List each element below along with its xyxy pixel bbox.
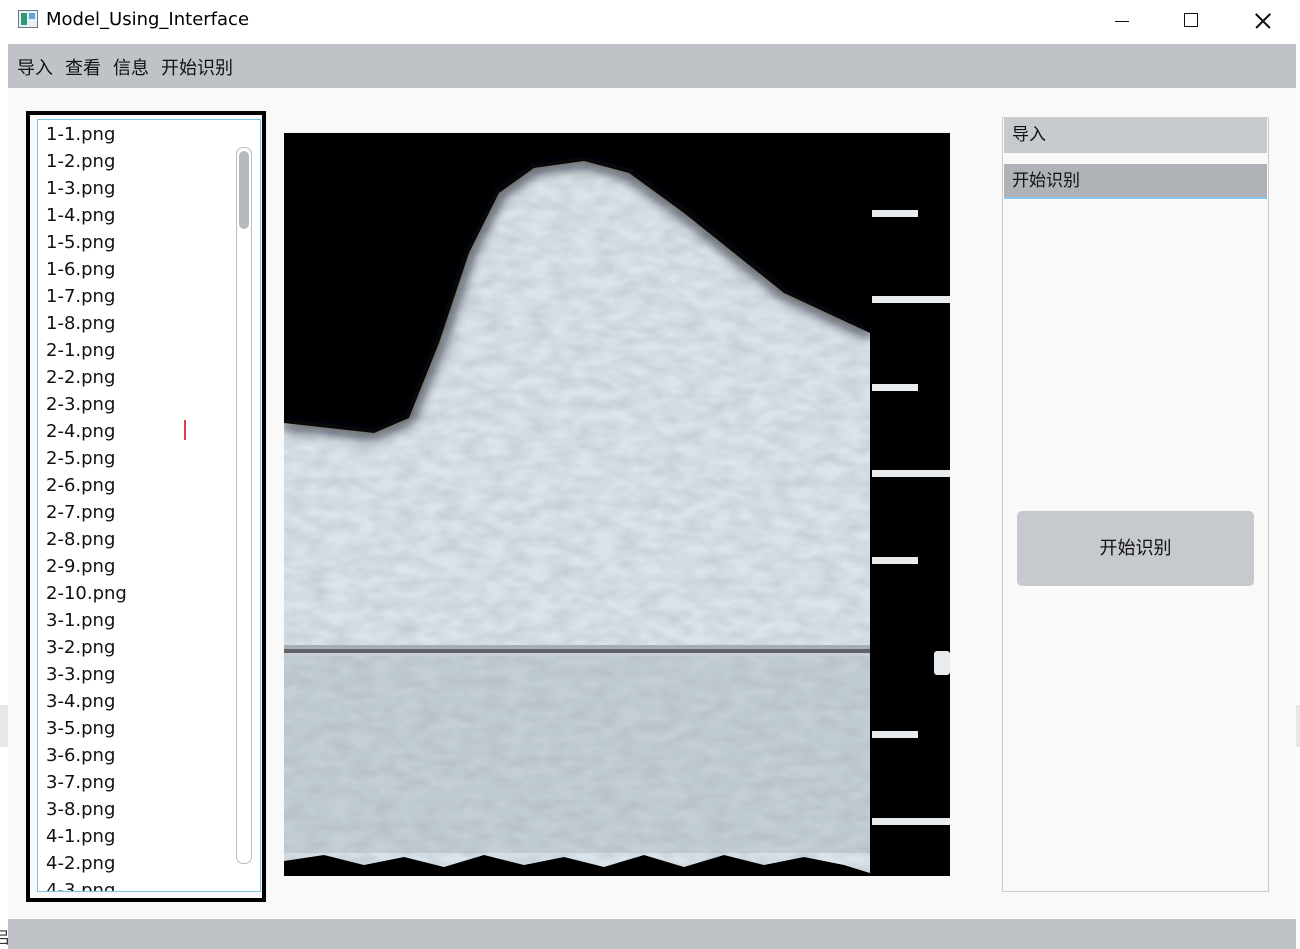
title-bar[interactable]: Model_Using_Interface: [8, 0, 1296, 43]
minimize-icon[interactable]: [1087, 0, 1157, 43]
list-item[interactable]: 3-8.png: [46, 796, 115, 823]
list-item[interactable]: 3-6.png: [46, 742, 115, 769]
list-item[interactable]: 2-1.png: [46, 337, 115, 364]
list-item[interactable]: 4-2.png: [46, 850, 115, 877]
close-icon[interactable]: [1227, 0, 1297, 43]
status-bar: [8, 919, 1296, 949]
list-item[interactable]: 3-4.png: [46, 688, 115, 715]
list-item[interactable]: 3-1.png: [46, 607, 115, 634]
list-item[interactable]: 2-8.png: [46, 526, 115, 553]
file-list[interactable]: 1-1.png 1-2.png 1-3.png 1-4.png 1-5.png 1-6.p…: [37, 119, 261, 892]
desktop-right-edge: [1296, 0, 1300, 949]
list-item[interactable]: 4-1.png: [46, 823, 115, 850]
list-item[interactable]: 2-7.png: [46, 499, 115, 526]
app-icon: [18, 10, 38, 28]
tab-start-recognition[interactable]: 开始识别: [1004, 164, 1267, 199]
desktop-edge-bar: [1296, 705, 1300, 747]
file-list-scrollbar[interactable]: [236, 147, 252, 864]
list-item[interactable]: 1-5.png: [46, 229, 115, 256]
list-item[interactable]: 3-2.png: [46, 634, 115, 661]
desktop-edge-bar: [0, 705, 8, 747]
list-item[interactable]: 1-6.png: [46, 256, 115, 283]
list-item[interactable]: 4-3.png: [46, 877, 115, 891]
list-item[interactable]: 2-2.png: [46, 364, 115, 391]
file-list-frame: 1-1.png 1-2.png 1-3.png 1-4.png 1-5.png 1-6.p…: [26, 111, 266, 902]
list-item[interactable]: 1-1.png: [46, 121, 115, 148]
list-item[interactable]: 1-3.png: [46, 175, 115, 202]
menu-bar: 导入 查看 信息 开始识别: [8, 44, 1296, 88]
list-item[interactable]: 1-2.png: [46, 148, 115, 175]
image-preview: [284, 133, 950, 876]
list-item[interactable]: 2-10.png: [46, 580, 127, 607]
start-recognition-button[interactable]: 开始识别: [1017, 511, 1254, 586]
list-item[interactable]: 3-7.png: [46, 769, 115, 796]
menu-view[interactable]: 查看: [65, 54, 101, 80]
desktop-left-edge: 吕: [0, 0, 10, 949]
text-cursor-icon: [184, 420, 186, 440]
list-item[interactable]: 3-5.png: [46, 715, 115, 742]
list-item[interactable]: 1-4.png: [46, 202, 115, 229]
menu-info[interactable]: 信息: [113, 54, 149, 80]
list-item[interactable]: 2-9.png: [46, 553, 115, 580]
maximize-icon[interactable]: [1157, 0, 1227, 43]
list-item[interactable]: 2-6.png: [46, 472, 115, 499]
list-item[interactable]: 1-7.png: [46, 283, 115, 310]
list-item[interactable]: 2-5.png: [46, 445, 115, 472]
list-item[interactable]: 2-3.png: [46, 391, 115, 418]
list-item[interactable]: 3-3.png: [46, 661, 115, 688]
list-item[interactable]: 1-8.png: [46, 310, 115, 337]
list-item[interactable]: 2-4.png: [46, 418, 115, 445]
control-panel: 导入 开始识别 开始识别: [1002, 117, 1269, 892]
doppler-spectrum-image: [284, 133, 950, 876]
menu-start-recognition[interactable]: 开始识别: [161, 54, 233, 80]
tab-import[interactable]: 导入: [1004, 118, 1267, 153]
scrollbar-thumb[interactable]: [239, 151, 249, 229]
window-title: Model_Using_Interface: [46, 9, 250, 30]
app-window: Model_Using_Interface 导入 查看 信息 开始识别 1-1.…: [8, 0, 1296, 949]
menu-import[interactable]: 导入: [17, 54, 53, 80]
